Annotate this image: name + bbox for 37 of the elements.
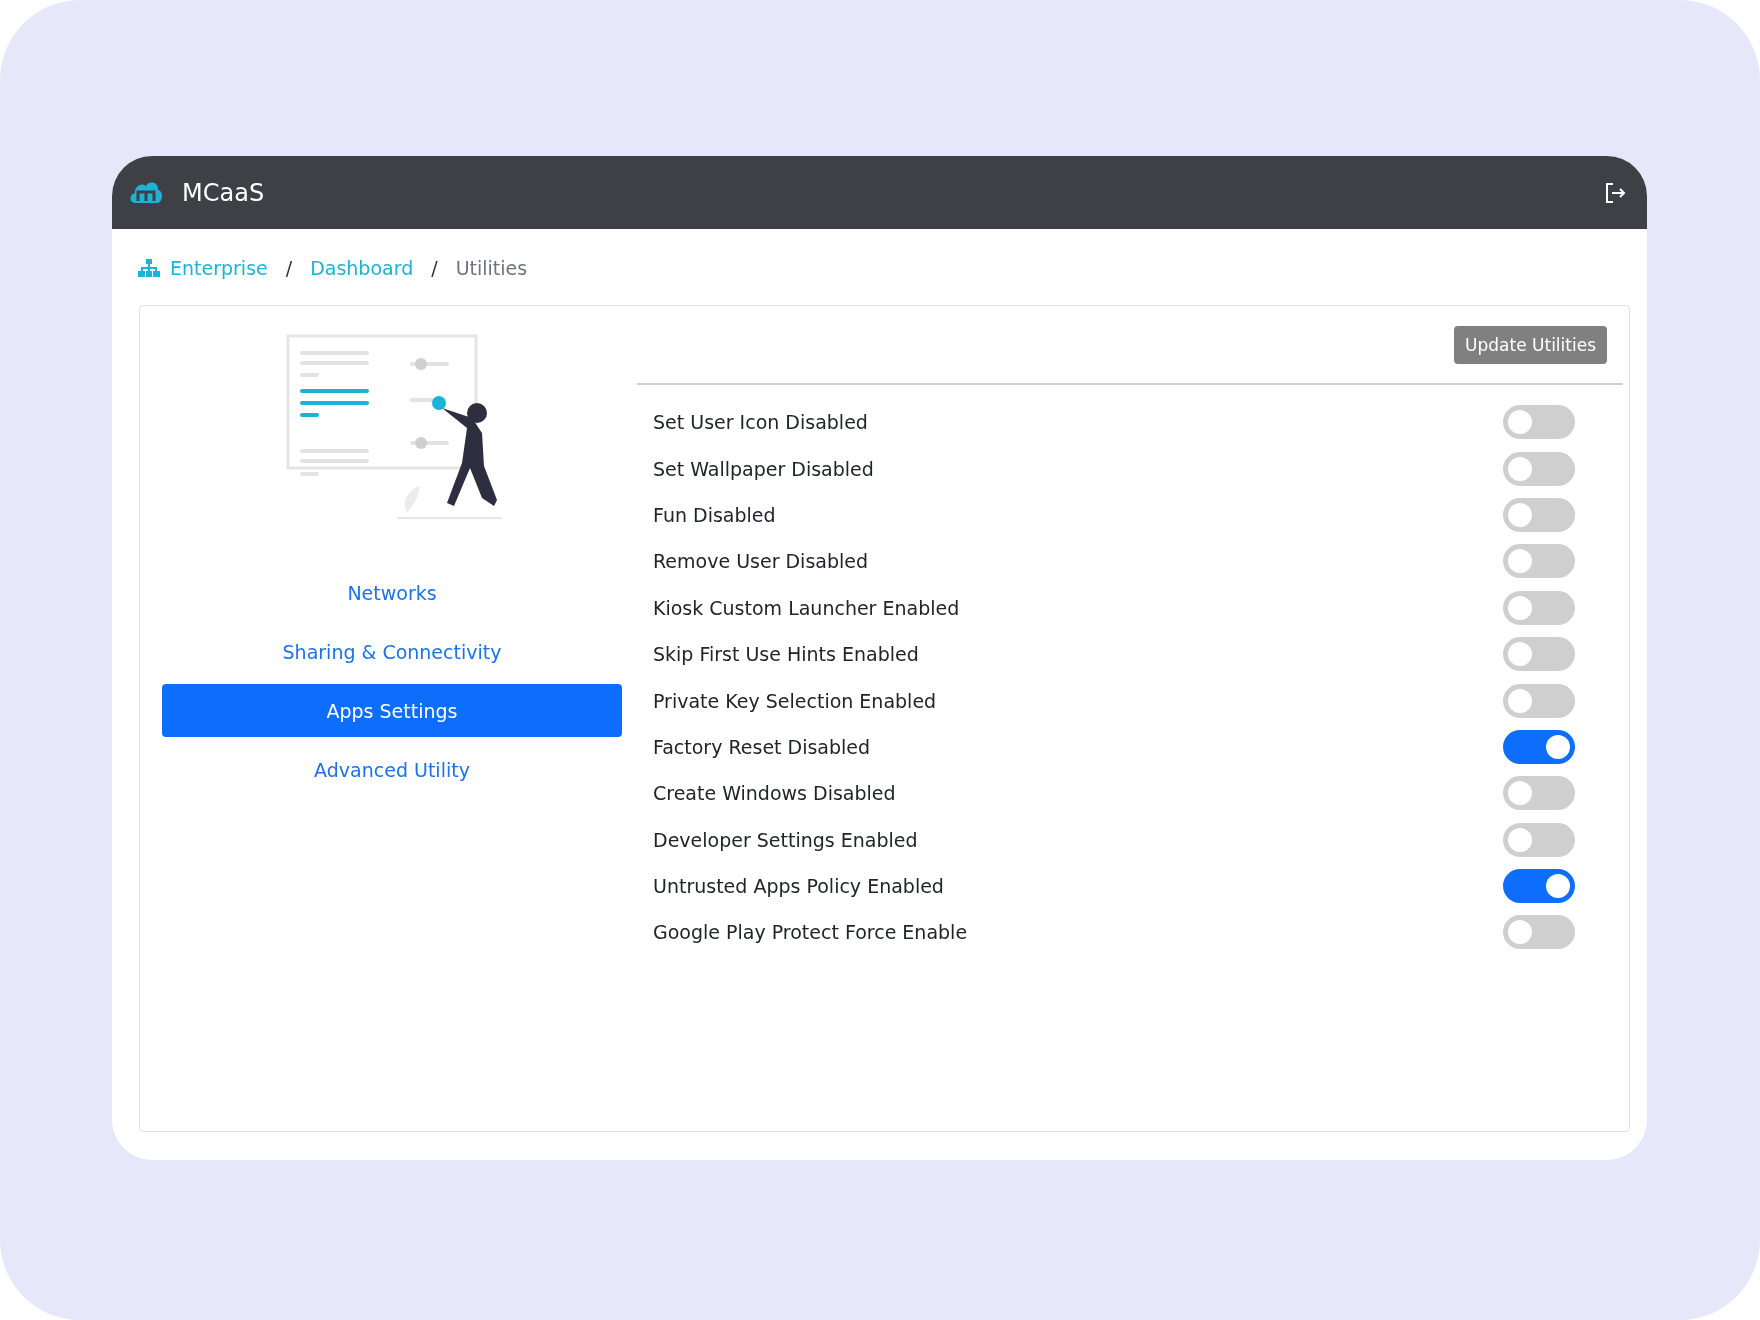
logout-icon[interactable] [1603,180,1627,205]
toggle-switch[interactable] [1503,544,1575,579]
breadcrumb-link[interactable]: Dashboard [310,257,414,279]
breadcrumb-separator: / [285,257,293,279]
setting-label: Factory Reset Disabled [653,735,871,758]
setting-label: Create Windows Disabled [653,782,896,805]
setting-label: Set Wallpaper Disabled [653,457,874,480]
setting-label: Remove User Disabled [653,550,869,573]
setting-label: Untrusted Apps Policy Enabled [653,875,944,898]
sidebar-item[interactable]: Apps Settings [162,684,622,737]
toggle-switch[interactable] [1503,776,1575,811]
toggle-switch[interactable] [1503,497,1575,532]
toggle-switch[interactable] [1503,915,1575,950]
toggle-switch[interactable] [1503,869,1575,904]
toggle-switch[interactable] [1503,729,1575,764]
toggle-switch[interactable] [1503,405,1575,440]
setting-label: Google Play Protect Force Enable [653,921,968,944]
sidebar-item[interactable]: Sharing & Connectivity [162,625,622,678]
breadcrumb-link[interactable]: Enterprise [170,257,268,279]
update-button[interactable]: Update Utilities [1454,326,1607,364]
toggle-switch[interactable] [1503,637,1575,672]
setting-label: Private Key Selection Enabled [653,689,937,712]
hierarchy-icon [138,259,160,277]
sidebar-item[interactable]: Advanced Utility [162,743,622,796]
toggle-switch[interactable] [1503,683,1575,718]
setting-label: Skip First Use Hints Enabled [653,643,919,666]
breadcrumb-current: Utilities [455,257,528,279]
breadcrumb-separator: / [431,257,438,279]
setting-label: Set User Icon Disabled [653,411,868,434]
toggle-switch[interactable] [1503,590,1575,625]
app-title: MCaaS [182,178,266,207]
setting-label: Kiosk Custom Launcher Enabled [653,596,960,619]
setting-label: Developer Settings Enabled [653,828,918,851]
sidebar-item[interactable]: Networks [162,566,622,619]
toggle-switch[interactable] [1503,822,1575,857]
toggle-switch[interactable] [1503,451,1575,486]
setting-label: Fun Disabled [653,503,776,526]
